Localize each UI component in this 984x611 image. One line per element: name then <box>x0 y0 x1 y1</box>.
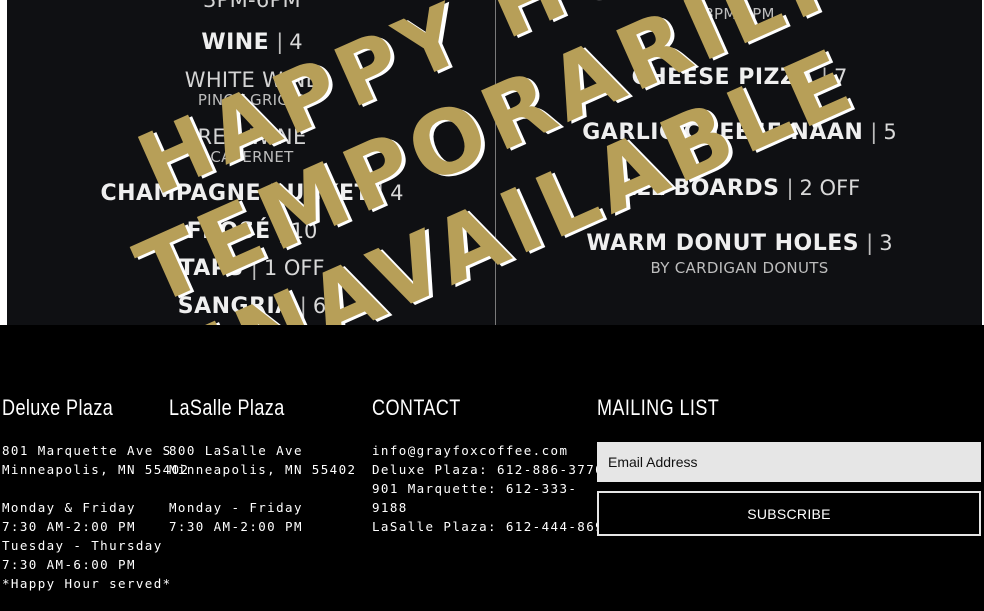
food-menu-sublabel: 3PM-6PM <box>704 5 775 23</box>
mailing-list-heading: MAILING LIST <box>597 395 720 420</box>
contact-email-link[interactable]: info@grayfoxcoffee.com <box>372 443 568 458</box>
menu-item-price: 2 OFF <box>779 176 860 200</box>
menu-item-price: 4 <box>370 181 403 205</box>
menu-item-price: 4 <box>269 30 302 54</box>
drinks-menu-label: WHITE WINE <box>184 68 320 92</box>
drinks-menu-label: 3PM-6PM <box>203 0 301 12</box>
drinks-menu-item: SANGRIA6 <box>7 294 497 319</box>
food-menu-item: WARM DONUT HOLES3 <box>497 231 982 256</box>
menu-divider <box>495 0 496 325</box>
menu-item-name: WARM DONUT HOLES <box>586 231 860 256</box>
menu-item-name: ALL BOARDS <box>618 176 780 201</box>
menu-item-price: 3 <box>859 231 892 255</box>
menu-item-name: CHAMPAGNE BUCKET <box>100 181 371 206</box>
lasalle-hours-time: 7:30 AM-2:00 PM <box>169 519 303 534</box>
deluxe-address-line2: Minneapolis, MN 55402 <box>2 462 190 477</box>
menu-item-price: 1 OFF <box>244 256 325 280</box>
menu-item-name: WINE <box>201 30 270 55</box>
contact-heading: CONTACT <box>372 395 461 420</box>
contact-phone-marquette-cont[interactable]: 9188 <box>372 500 408 515</box>
contact-phone-marquette[interactable]: 901 Marquette: 612-333- <box>372 481 577 496</box>
food-menu-item: CHEESE PIZZA7 <box>497 65 982 90</box>
menu-item-price: 7 <box>814 65 847 89</box>
happy-hour-menu-image: 3PM-6PMWINE4WHITE WINEPINOT GRIGIORED WI… <box>0 0 984 325</box>
food-menu-item: GARLIC CHEESE NAAN5 <box>497 120 982 145</box>
drinks-menu-item: TAPS1 OFF <box>7 256 497 281</box>
deluxe-hours1-time: 7:30 AM-2:00 PM <box>2 519 136 534</box>
food-menu-sublabel: BY CARDIGAN DONUTS <box>650 259 829 277</box>
contact-phone-lasalle[interactable]: LaSalle Plaza: 612-444-8699 <box>372 519 613 534</box>
menu-item-name: FROSÉ <box>186 219 271 244</box>
food-menu-item: ALL BOARDS2 OFF <box>497 176 982 201</box>
deluxe-plaza-heading: Deluxe Plaza <box>2 395 114 420</box>
drinks-menu-label: RED WINE <box>197 125 307 149</box>
drinks-menu-item: WINE4 <box>7 30 497 55</box>
deluxe-hours2-days: Tuesday - Thursday <box>2 538 163 553</box>
drinks-menu-item: FROSÉ10 <box>7 219 497 244</box>
menu-item-name: GARLIC CHEESE NAAN <box>582 120 864 145</box>
deluxe-address-line1: 801 Marquette Ave S <box>2 443 172 458</box>
menu-board: 3PM-6PMWINE4WHITE WINEPINOT GRIGIORED WI… <box>7 0 982 325</box>
menu-item-name: CHEESE PIZZA <box>631 65 814 90</box>
email-address-input[interactable] <box>597 442 981 482</box>
drinks-menu-sublabel: PINOT GRIGIO <box>197 91 307 109</box>
lasalle-address-line1: 800 LaSalle Ave <box>169 443 303 458</box>
lasalle-hours-days: Monday - Friday <box>169 500 303 515</box>
drinks-menu-sublabel: CABERNET <box>210 148 294 166</box>
menu-item-price: 10 <box>271 219 318 243</box>
menu-item-price: 6 <box>293 294 326 318</box>
menu-item-name: SANGRIA <box>177 294 293 319</box>
contact-phone-deluxe[interactable]: Deluxe Plaza: 612-886-3770 <box>372 462 604 477</box>
lasalle-plaza-heading: LaSalle Plaza <box>169 395 285 420</box>
menu-item-price: 5 <box>863 120 896 144</box>
subscribe-button[interactable]: SUBSCRIBE <box>597 491 981 536</box>
lasalle-address-line2: Minneapolis, MN 55402 <box>169 462 357 477</box>
deluxe-hours1-days: Monday & Friday <box>2 500 136 515</box>
deluxe-happy-hour-note: *Happy Hour served* <box>2 576 172 591</box>
deluxe-hours2-time: 7:30 AM-6:00 PM <box>2 557 136 572</box>
site-footer: Deluxe Plaza 801 Marquette Ave S Minneap… <box>0 325 984 611</box>
drinks-menu-item: CHAMPAGNE BUCKET4 <box>7 181 497 206</box>
menu-item-name: TAPS <box>179 256 244 281</box>
